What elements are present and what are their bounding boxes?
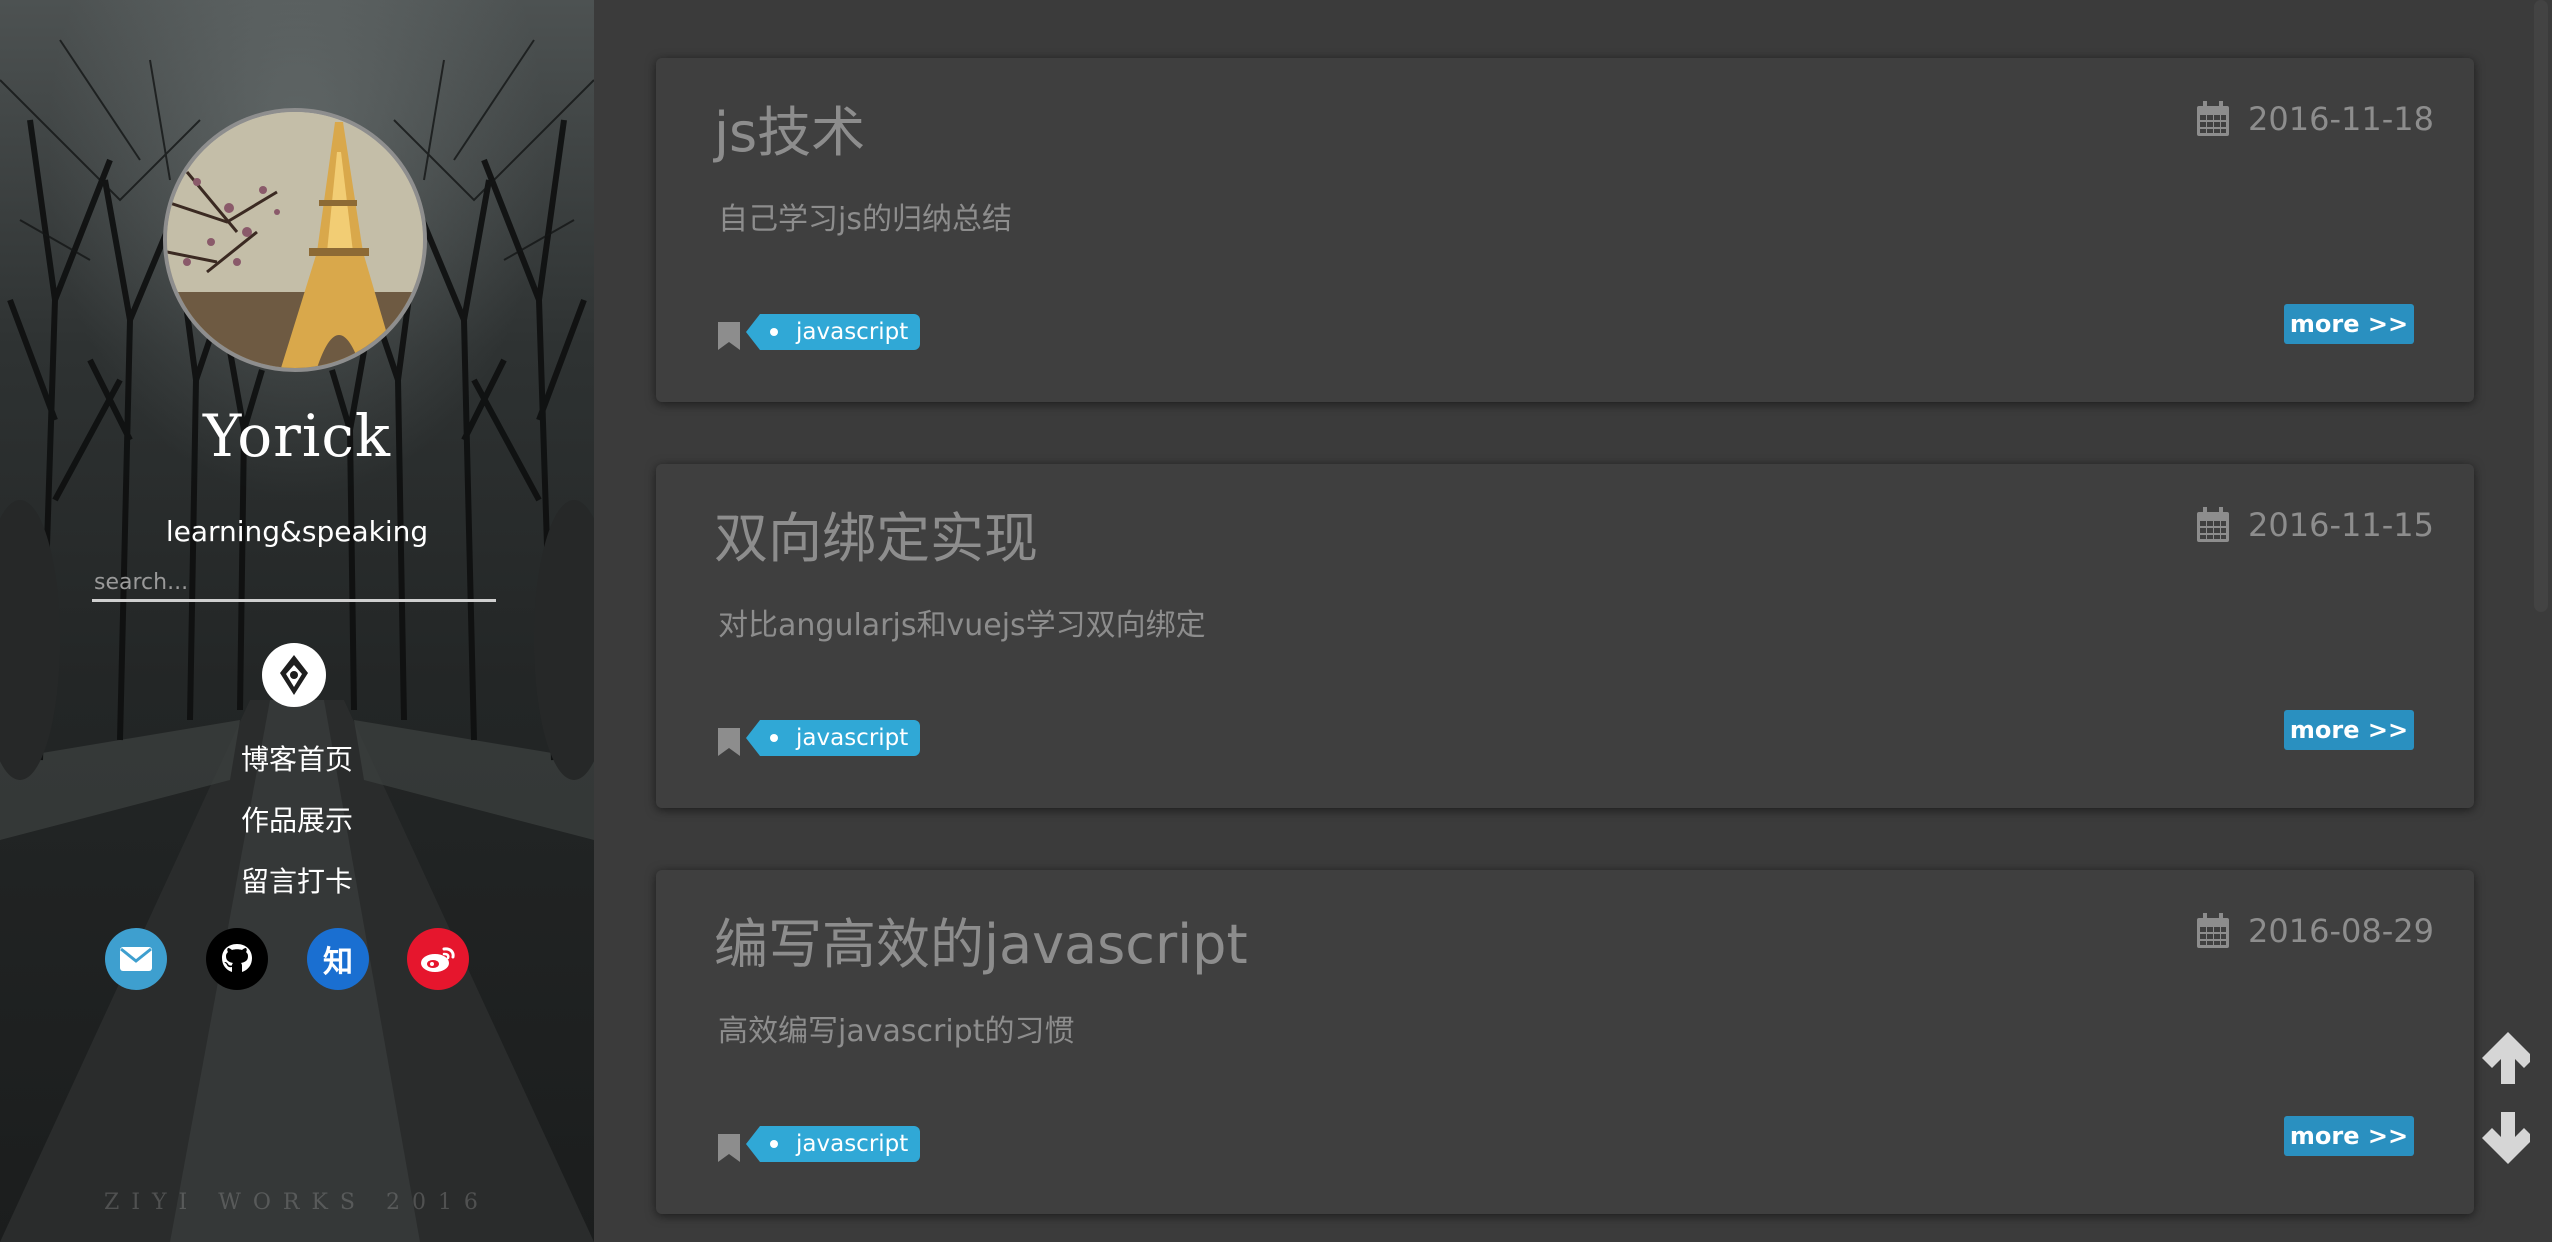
tag-label[interactable]: javascript (745, 1126, 921, 1162)
post-tags: javascript (718, 1126, 921, 1162)
sidebar: Yorick learning&speaking 博客首页 作品展示 留言打卡 … (0, 0, 594, 1242)
weibo-button[interactable] (407, 928, 469, 990)
post-title[interactable]: 双向绑定实现 (714, 494, 1038, 573)
nav-link-guestbook[interactable]: 留言打卡 (0, 860, 594, 900)
calendar-icon (2197, 913, 2230, 948)
post-date: 2016-11-18 (2196, 100, 2434, 138)
post-date-text: 2016-08-29 (2248, 912, 2434, 950)
post-card: 编写高效的javascript 2016-08-29 高效编写javascrip… (656, 870, 2474, 1214)
scroll-down-arrow-icon[interactable] (2478, 1108, 2538, 1168)
bookmark-icon (718, 1134, 740, 1162)
nav-link-works[interactable]: 作品展示 (0, 799, 594, 839)
bookmark-icon (718, 322, 740, 350)
more-button[interactable]: more >> (2284, 304, 2414, 344)
post-description: 高效编写javascript的习惯 (718, 1014, 1075, 1049)
search-input[interactable] (92, 566, 496, 602)
post-date-text: 2016-11-18 (2248, 100, 2434, 138)
post-list: js技术 2016-11-18 自己学习js的归纳总结 javascript m… (594, 0, 2552, 1242)
scrollbar[interactable] (2530, 0, 2552, 1242)
post-card: js技术 2016-11-18 自己学习js的归纳总结 javascript m… (656, 58, 2474, 402)
site-logo[interactable] (262, 643, 326, 707)
post-card: 双向绑定实现 2016-11-15 对比angularjs和vuejs学习双向绑… (656, 464, 2474, 808)
pen-nib-icon (280, 655, 308, 695)
nav-link-blog-home[interactable]: 博客首页 (0, 738, 594, 778)
post-title[interactable]: js技术 (714, 88, 865, 167)
tag-label[interactable]: javascript (745, 720, 921, 756)
zhihu-icon: 知 (323, 945, 353, 980)
email-button[interactable] (105, 928, 167, 990)
calendar-icon (2197, 507, 2230, 542)
scrollbar-thumb[interactable] (2534, 0, 2548, 612)
more-button[interactable]: more >> (2284, 710, 2414, 750)
bookmark-icon (718, 728, 740, 756)
eiffel-tower-image (167, 112, 423, 368)
scroll-up-arrow-icon[interactable] (2478, 1028, 2538, 1088)
avatar[interactable] (163, 108, 427, 372)
mail-icon (120, 947, 152, 971)
calendar-icon (2197, 101, 2230, 136)
github-button[interactable] (206, 928, 268, 990)
site-name: Yorick (202, 402, 392, 470)
more-button[interactable]: more >> (2284, 1116, 2414, 1156)
tagline: learning&speaking (165, 515, 429, 548)
post-description: 自己学习js的归纳总结 (718, 202, 1012, 237)
zhihu-button[interactable]: 知 (307, 928, 369, 990)
post-title[interactable]: 编写高效的javascript (714, 900, 1248, 979)
tag-label[interactable]: javascript (745, 314, 921, 350)
github-icon (222, 944, 252, 972)
post-date: 2016-08-29 (2196, 912, 2434, 950)
weibo-icon (421, 947, 455, 972)
post-tags: javascript (718, 314, 921, 350)
post-description: 对比angularjs和vuejs学习双向绑定 (718, 608, 1206, 643)
post-tags: javascript (718, 720, 921, 756)
watermark: ZIYI WORKS 2016 (104, 1190, 490, 1215)
post-date-text: 2016-11-15 (2248, 506, 2434, 544)
post-date: 2016-11-15 (2196, 506, 2434, 544)
